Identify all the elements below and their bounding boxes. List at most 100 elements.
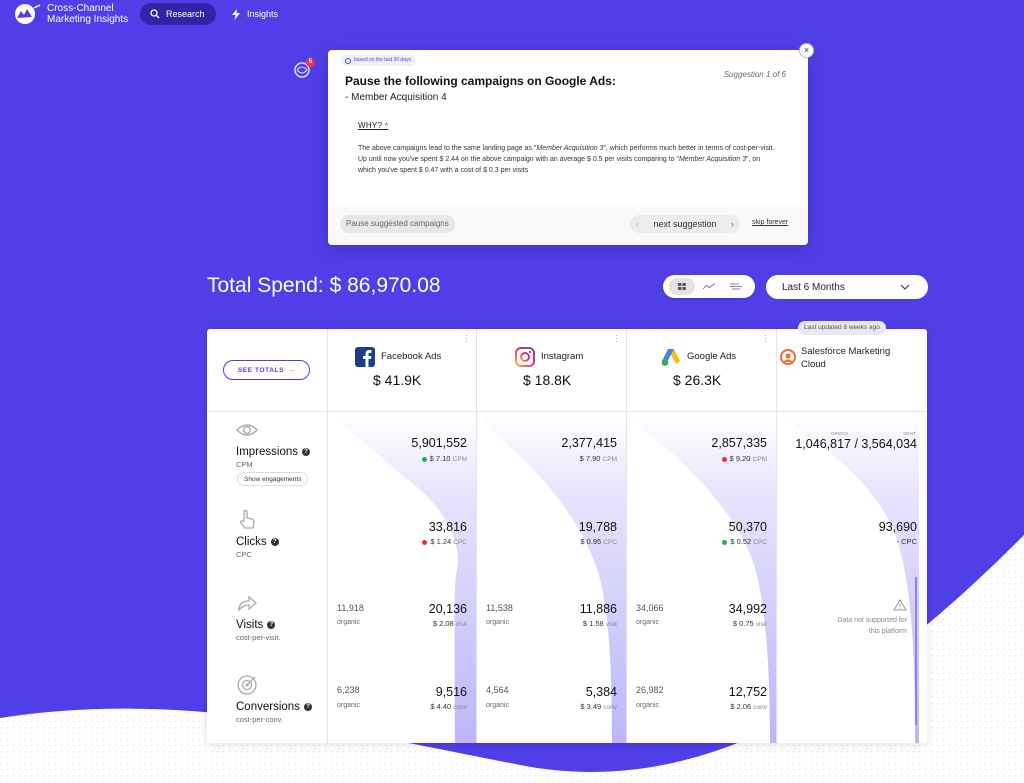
suggestion-counter: Suggestion 1 of 6 <box>723 70 786 79</box>
nav-research-tab[interactable]: Research <box>140 3 216 25</box>
close-icon[interactable]: × <box>799 43 814 58</box>
next-suggestion-button[interactable]: ‹ next suggestion › <box>630 215 740 233</box>
why-line-1-a: The above campaigns lead to the same lan… <box>358 145 537 152</box>
why-toggle[interactable]: WHY? ^ <box>358 121 388 130</box>
funnel-view-button[interactable] <box>723 278 749 295</box>
metrics-panel: SEE TOTALS → Facebook Ads $ 41.9K · · · In… <box>207 329 927 743</box>
visits-label: Visits <box>236 619 264 631</box>
instagram-cpm-value: $ 7.90 <box>579 454 601 463</box>
warning-icon <box>893 599 907 611</box>
google-conv-organic: 26,982 <box>636 685 664 695</box>
google-cpc: $ 0.52 CPC <box>722 537 767 546</box>
search-icon <box>150 9 160 19</box>
google-cpm-unit: CPM <box>752 456 767 463</box>
google-conv-organic-label: organic <box>636 702 659 709</box>
arrow-right-icon: → <box>288 366 296 374</box>
last-updated-badge: Last updated 8 weeks ago <box>798 321 886 335</box>
google-cpconv-value: $ 2.06 <box>730 702 752 711</box>
help-icon[interactable]: ? <box>303 703 312 711</box>
google-cpm: $ 9.20 CPM <box>721 454 767 463</box>
instagram-cpconv-unit: conv <box>603 704 617 711</box>
total-spend: Total Spend: $ 86,970.08 <box>207 274 441 298</box>
instagram-menu-icon[interactable]: · · · <box>615 331 618 346</box>
grid-view-button[interactable] <box>669 278 696 295</box>
facebook-cpconv-value: $ 4.40 <box>430 702 452 711</box>
facebook-menu-icon[interactable]: · · · <box>465 331 468 346</box>
show-engagements-button[interactable]: Show engagements <box>237 472 309 486</box>
instagram-conv-organic-label: organic <box>486 702 509 709</box>
facebook-cpc-unit: CPC <box>453 539 467 546</box>
why-line-2-em: Member Acquisition 3 <box>678 156 747 163</box>
help-icon[interactable]: ? <box>302 448 310 456</box>
see-totals-button[interactable]: SEE TOTALS → <box>223 360 310 380</box>
google-impressions: 2,857,335 <box>711 436 767 450</box>
facebook-cpconv-unit: conv <box>453 704 467 711</box>
clock-icon <box>345 57 351 64</box>
pause-campaigns-button[interactable]: Pause suggested campaigns <box>340 215 455 233</box>
suggestion-footer: Pause suggested campaigns ‹ next suggest… <box>328 205 808 245</box>
salesforce-clicks: 93,690 <box>878 520 917 534</box>
pointer-hand-icon <box>239 509 255 529</box>
suggestion-title: Pause the following campaigns on Google … <box>345 74 616 88</box>
salesforce-name-line-1: Salesforce Marketing <box>801 346 891 357</box>
salesforce-opens-sent: 1,046,817 / 3,564,034 <box>795 437 917 451</box>
facebook-cpm-unit: CPM <box>452 456 467 463</box>
visits-sub: cost-per-visit. <box>236 633 281 642</box>
why-line-2: Up until now you've spent $ 2.44 on the … <box>358 154 778 176</box>
why-line-1: The above campaigns lead to the same lan… <box>358 143 778 154</box>
clicks-metric: Clicks? CPC <box>236 509 279 559</box>
chevron-right-icon[interactable]: › <box>731 215 734 233</box>
facebook-cpconv: $ 4.40 conv <box>430 702 467 711</box>
instagram-impressions: 2,377,415 <box>561 436 617 450</box>
divider-labels <box>327 329 328 743</box>
logo-icon <box>15 4 41 24</box>
salesforce-name: Salesforce Marketing Cloud <box>801 345 890 371</box>
facebook-visits-organic-label: organic <box>337 619 360 626</box>
brand-line-2: Marketing Insights <box>47 14 129 25</box>
clicks-title: Clicks? <box>236 536 279 548</box>
impressions-sub: CPM <box>236 460 253 469</box>
google-cpm-value: $ 9.20 <box>729 454 751 463</box>
top-nav: Cross-Channel Marketing Insights Researc… <box>0 0 1024 28</box>
google-clicks: 50,370 <box>728 520 767 534</box>
google-visits-organic-label: organic <box>636 619 659 626</box>
instagram-clicks: 19,788 <box>578 520 617 534</box>
nav-research-label: Research <box>166 9 205 19</box>
nav-insights-label: Insights <box>247 9 279 19</box>
facebook-cpv-unit: visit <box>455 621 467 628</box>
facebook-cpc: $ 1.24 CPC <box>422 537 467 546</box>
suggestion-campaign: - Member Acquisition 4 <box>345 92 447 103</box>
divider-facebook <box>476 329 477 743</box>
instagram-name: Instagram <box>541 351 584 362</box>
help-icon[interactable]: ? <box>270 538 279 546</box>
instagram-cpm-unit: CPM <box>602 456 617 463</box>
facebook-conv-organic: 6,238 <box>337 685 360 695</box>
skip-forever-link[interactable]: skip forever <box>752 219 788 226</box>
help-icon[interactable]: ? <box>267 621 276 629</box>
instagram-cpv-unit: visit <box>605 621 617 628</box>
salesforce-icon <box>780 349 796 365</box>
nav-insights-tab[interactable]: Insights <box>232 3 278 25</box>
instagram-cpconv-value: $ 3.49 <box>580 702 602 711</box>
google-cpv: $ 0.75 visit <box>733 619 767 628</box>
instagram-icon <box>515 347 535 367</box>
time-range-badge: based on the last 30 days <box>341 55 416 66</box>
funnel-icon <box>729 283 742 290</box>
period-select[interactable]: Last 6 Months <box>766 275 928 299</box>
header-divider <box>207 411 927 412</box>
google-spend: $ 26.3K <box>673 372 722 388</box>
not-supported-line-1: Data not supported for <box>837 617 907 624</box>
google-ads-icon <box>661 349 680 366</box>
status-dot-green <box>421 456 427 462</box>
trend-view-button[interactable] <box>696 278 722 295</box>
facebook-cpv: $ 2.08 visit <box>433 619 467 628</box>
why-explanation: The above campaigns lead to the same lan… <box>358 143 778 176</box>
google-menu-icon[interactable]: · · · <box>764 331 767 346</box>
divider-instagram <box>626 329 627 743</box>
share-arrow-icon <box>238 595 257 612</box>
see-totals-label: SEE TOTALS <box>237 366 285 374</box>
impressions-title: Impressions? <box>236 446 310 458</box>
instagram-visits-organic: 11,538 <box>486 603 513 613</box>
facebook-clicks: 33,816 <box>428 520 467 534</box>
instagram-cpv-value: $ 1.58 <box>582 619 604 628</box>
